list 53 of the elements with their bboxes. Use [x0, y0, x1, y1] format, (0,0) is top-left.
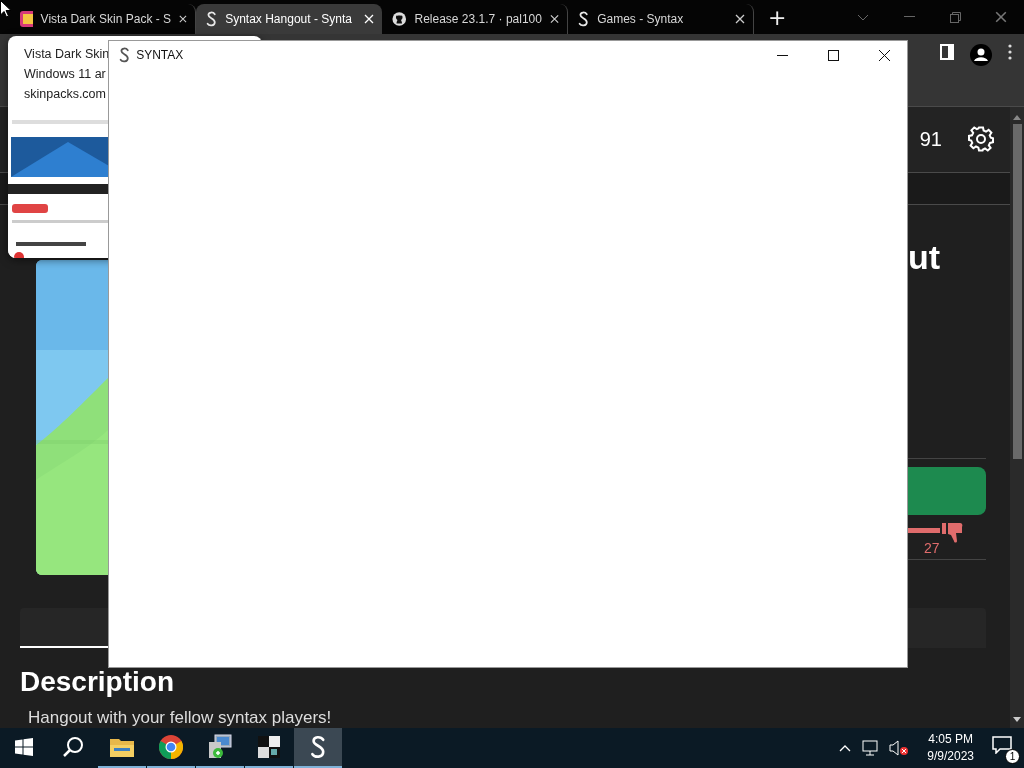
- chrome-icon[interactable]: [159, 735, 183, 759]
- tab-close-icon[interactable]: [179, 14, 187, 24]
- volume-muted-icon[interactable]: [889, 740, 910, 756]
- app-logo-icon: [119, 47, 131, 63]
- minimize-icon: [777, 54, 788, 56]
- notification-icon: [992, 736, 1012, 754]
- dislike-count: 27: [924, 539, 940, 556]
- sidebar-icon[interactable]: [940, 44, 954, 60]
- github-favicon-icon: [392, 11, 407, 27]
- preview-title: Vista Dark Skin: [24, 46, 110, 63]
- section-heading: Description: [20, 666, 176, 698]
- network-icon[interactable]: [861, 740, 880, 756]
- currency-count: 91: [919, 127, 942, 151]
- rating-bar: [908, 527, 940, 533]
- syntax-favicon-icon: [578, 11, 590, 27]
- close-icon[interactable]: [995, 11, 1007, 23]
- search-icon[interactable]: [62, 736, 84, 758]
- windows-start-icon[interactable]: [15, 738, 33, 756]
- scroll-up-icon[interactable]: [1013, 115, 1021, 120]
- clock-time: 4:05 PM: [928, 731, 973, 748]
- preview-site: skinpacks.com: [24, 86, 106, 103]
- scrollbar-thumb[interactable]: [1012, 124, 1022, 459]
- chevron-down-icon[interactable]: [857, 13, 869, 21]
- browser-tab[interactable]: Syntax Hangout - Synta: [196, 4, 382, 34]
- syntax-app-icon: [309, 735, 327, 759]
- close-icon: [879, 49, 890, 61]
- skinpack-favicon-icon: [20, 11, 33, 27]
- folder-icon[interactable]: [110, 737, 134, 757]
- window-title: SYNTAX: [136, 48, 184, 62]
- play-button[interactable]: [908, 466, 986, 515]
- new-tab-button[interactable]: +: [762, 0, 793, 34]
- chevron-up-icon[interactable]: [839, 744, 852, 752]
- thumbs-down-icon[interactable]: [941, 520, 964, 545]
- game-description: Hangout with your fellow syntax players!: [28, 708, 333, 728]
- system-clock[interactable]: 4:05 PM 9/9/2023: [927, 731, 974, 765]
- syntax-favicon-icon: [206, 11, 218, 27]
- clock-date: 9/9/2023: [927, 748, 974, 765]
- preview-title: Windows 11 ar: [24, 66, 106, 83]
- tab-close-icon[interactable]: [549, 14, 559, 24]
- taskbar-app[interactable]: [294, 728, 342, 768]
- scroll-down-icon[interactable]: [1013, 717, 1021, 722]
- restore-icon[interactable]: [949, 11, 961, 23]
- maximize-icon: [828, 49, 839, 61]
- installer-icon[interactable]: [207, 734, 233, 760]
- scrollbar[interactable]: [1010, 107, 1024, 728]
- more-menu-icon[interactable]: [1008, 44, 1012, 60]
- notification-count: 1: [1005, 749, 1020, 764]
- tab-close-icon[interactable]: [735, 14, 745, 24]
- checkered-app-icon[interactable]: [258, 736, 280, 758]
- profile-avatar-icon[interactable]: [970, 44, 992, 66]
- settings-icon[interactable]: [968, 126, 994, 153]
- minimize-icon[interactable]: [903, 16, 915, 18]
- game-title: ut: [908, 236, 942, 278]
